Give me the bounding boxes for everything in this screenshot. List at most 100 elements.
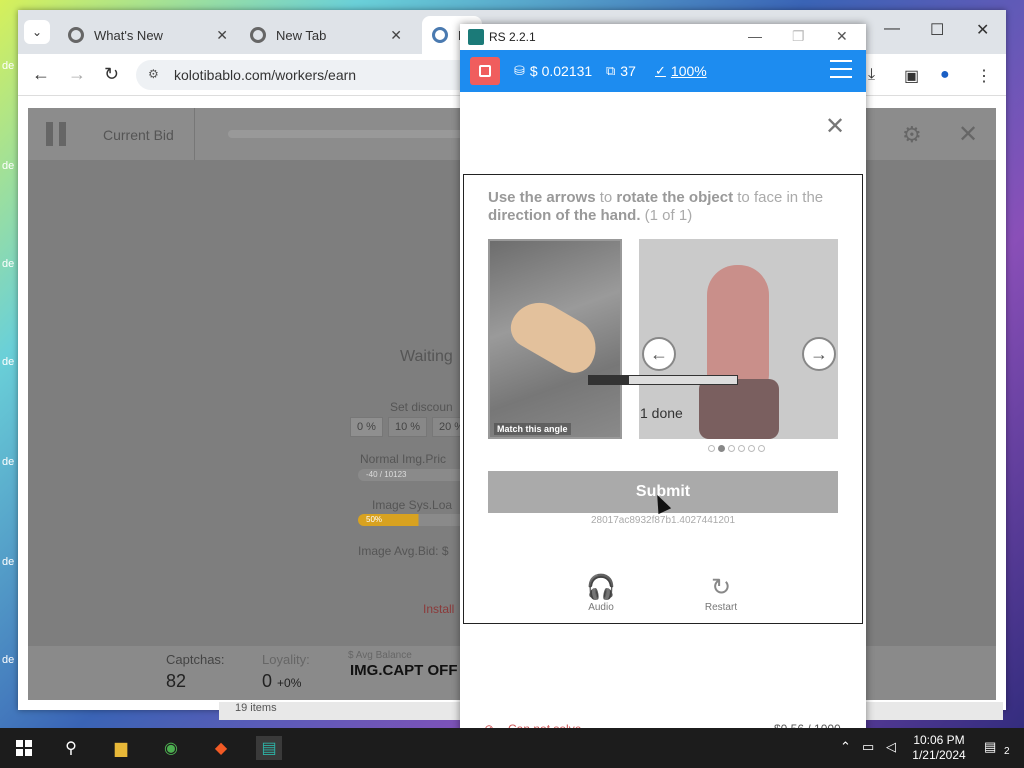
image-sys-load-pill: 50% [358,514,468,526]
restart-button[interactable]: ↻ Restart [696,573,746,613]
restart-icon: ↻ [710,574,732,601]
brave-icon[interactable]: ◆ [208,736,234,760]
clock[interactable]: 10:06 PM 1/21/2024 [904,733,974,763]
install-link[interactable]: Install [423,602,454,616]
hand-shape [503,291,607,381]
discount-option[interactable]: 10 % [388,417,428,437]
captcha-instruction: Use the arrows to rotate the object to f… [488,189,824,224]
url-text: kolotibablo.com/workers/earn [174,67,357,83]
normal-img-price-pill: -40 / 10123 [358,469,468,481]
tab-new-tab[interactable]: New Tab ✕ [240,16,412,54]
restart-label: Restart [704,602,738,613]
menu-dots-icon[interactable]: ⋮ [976,66,992,86]
side-panel-icon[interactable]: ▣ [904,66,919,86]
audio-button[interactable]: 🎧 Audio [576,573,626,613]
notifications-icon[interactable]: ▤ [984,739,996,755]
avg-balance-label: $ Avg Balance [348,650,412,661]
restore-icon[interactable]: ❐ [792,28,805,45]
close-tab-icon[interactable]: ✕ [216,27,228,44]
count-stat: ⧉ 37 [606,63,636,79]
file-explorer-icon[interactable]: ▆ [108,736,134,760]
captcha-hash: 28017ac8932f87b1.4027441201 [590,515,736,526]
close-icon[interactable]: ✕ [958,120,978,149]
stop-icon [479,65,491,77]
rs-titlebar: RS 2.2.1 — ❐ ✕ [460,24,866,50]
dot-active[interactable] [718,445,725,452]
clock-time: 10:06 PM [913,733,965,747]
profile-icon[interactable]: ● [940,66,950,84]
rs-title: RS 2.2.1 [489,30,536,44]
network-icon[interactable]: ▭ [862,739,874,755]
normal-img-price-label: Normal Img.Pric [360,452,447,466]
dot[interactable] [708,445,715,452]
balance-stat: ⛁ $ 0.02131 [514,63,593,79]
rs-solver-window: RS 2.2.1 — ❐ ✕ ⛁ $ 0.02131 ⧉ 37 ✓ 100% ✕ Us… [460,24,866,742]
chevron-up-icon[interactable]: ⌃ [840,739,851,755]
captcha-panel: Use the arrows to rotate the object to f… [463,174,863,624]
stop-button[interactable] [470,57,500,85]
image-sys-load-label: Image Sys.Loa [372,498,453,512]
dot[interactable] [728,445,735,452]
volume-icon[interactable]: ◁ [886,739,896,755]
loyalty-label: Loyality: [262,652,310,667]
rs-status-bar: ⛁ $ 0.02131 ⧉ 37 ✓ 100% [460,50,866,92]
dot[interactable] [738,445,745,452]
chrome-taskbar-icon[interactable]: ◉ [158,736,184,760]
forward-icon[interactable]: → [68,64,86,85]
start-button[interactable] [16,740,32,756]
current-bid-label: Current Bid [103,127,174,143]
brand-text: IMG.CAPT OFF [350,662,458,679]
discount-option[interactable]: 0 % [350,417,383,437]
tab-whats-new[interactable]: What's New ✕ [58,16,238,54]
bid-bar [228,130,468,138]
tab-label: What's New [94,27,163,43]
rate-stat[interactable]: ✓ 100% [655,63,707,79]
pause-button[interactable] [46,122,68,146]
hamburger-menu-icon[interactable] [830,60,852,80]
chrome-icon [250,27,266,43]
reference-caption: Match this angle [494,423,571,435]
rotate-left-button[interactable]: ← [642,337,676,371]
progress-text: 1 done [640,405,683,421]
close-tab-icon[interactable]: ✕ [390,27,402,44]
close-window-icon[interactable]: ✕ [836,28,848,45]
site-info-icon[interactable]: ⚙ [148,67,159,81]
clock-date: 1/21/2024 [912,748,966,762]
dot[interactable] [758,445,765,452]
reload-icon[interactable]: ↻ [104,64,119,85]
arrow-right-icon: → [810,343,828,364]
object-base [699,379,779,439]
check-circle-icon: ✓ [655,63,666,78]
gear-icon[interactable]: ⚙ [902,122,922,148]
search-icon[interactable]: ⚲ [58,736,84,760]
solve-progress-bar [588,375,738,385]
rotate-right-button[interactable]: → [802,337,836,371]
divider [194,108,195,160]
dot[interactable] [748,445,755,452]
reference-hand-image: Match this angle [488,239,622,439]
back-icon[interactable]: ← [32,64,50,85]
address-bar[interactable]: ⚙ kolotibablo.com/workers/earn [136,60,496,90]
pagination-dots [708,445,765,452]
captchas-label: Captchas: [166,652,225,667]
chrome-icon [68,27,84,43]
close-captcha-icon[interactable]: ✕ [825,112,845,141]
coins-icon: ⛁ [514,63,525,78]
rs-app-icon [468,29,484,45]
set-discount-label: Set discoun [390,400,453,414]
arrow-left-icon: ← [650,343,668,364]
images-icon: ⧉ [606,63,616,78]
maximize-icon[interactable]: ☐ [930,20,944,40]
download-icon[interactable]: ⤓ [868,66,875,84]
audio-label: Audio [588,602,614,613]
windows-taskbar: ⚲ ▆ ◉ ◆ ▤ ⌃ ▭ ◁ 10:06 PM 1/21/2024 ▤ 2 [0,728,1024,768]
kolotibablo-icon [432,27,448,43]
rs-taskbar-icon[interactable]: ▤ [256,736,282,760]
progress-fill [589,376,629,384]
minimize-icon[interactable]: — [748,28,762,44]
minimize-icon[interactable]: — [884,20,900,38]
image-avg-bid-label: Image Avg.Bid: $ [358,544,449,558]
close-window-icon[interactable]: ✕ [976,20,989,40]
chevron-down-icon: ⌄ [31,25,43,39]
tab-search-button[interactable]: ⌄ [24,20,50,44]
